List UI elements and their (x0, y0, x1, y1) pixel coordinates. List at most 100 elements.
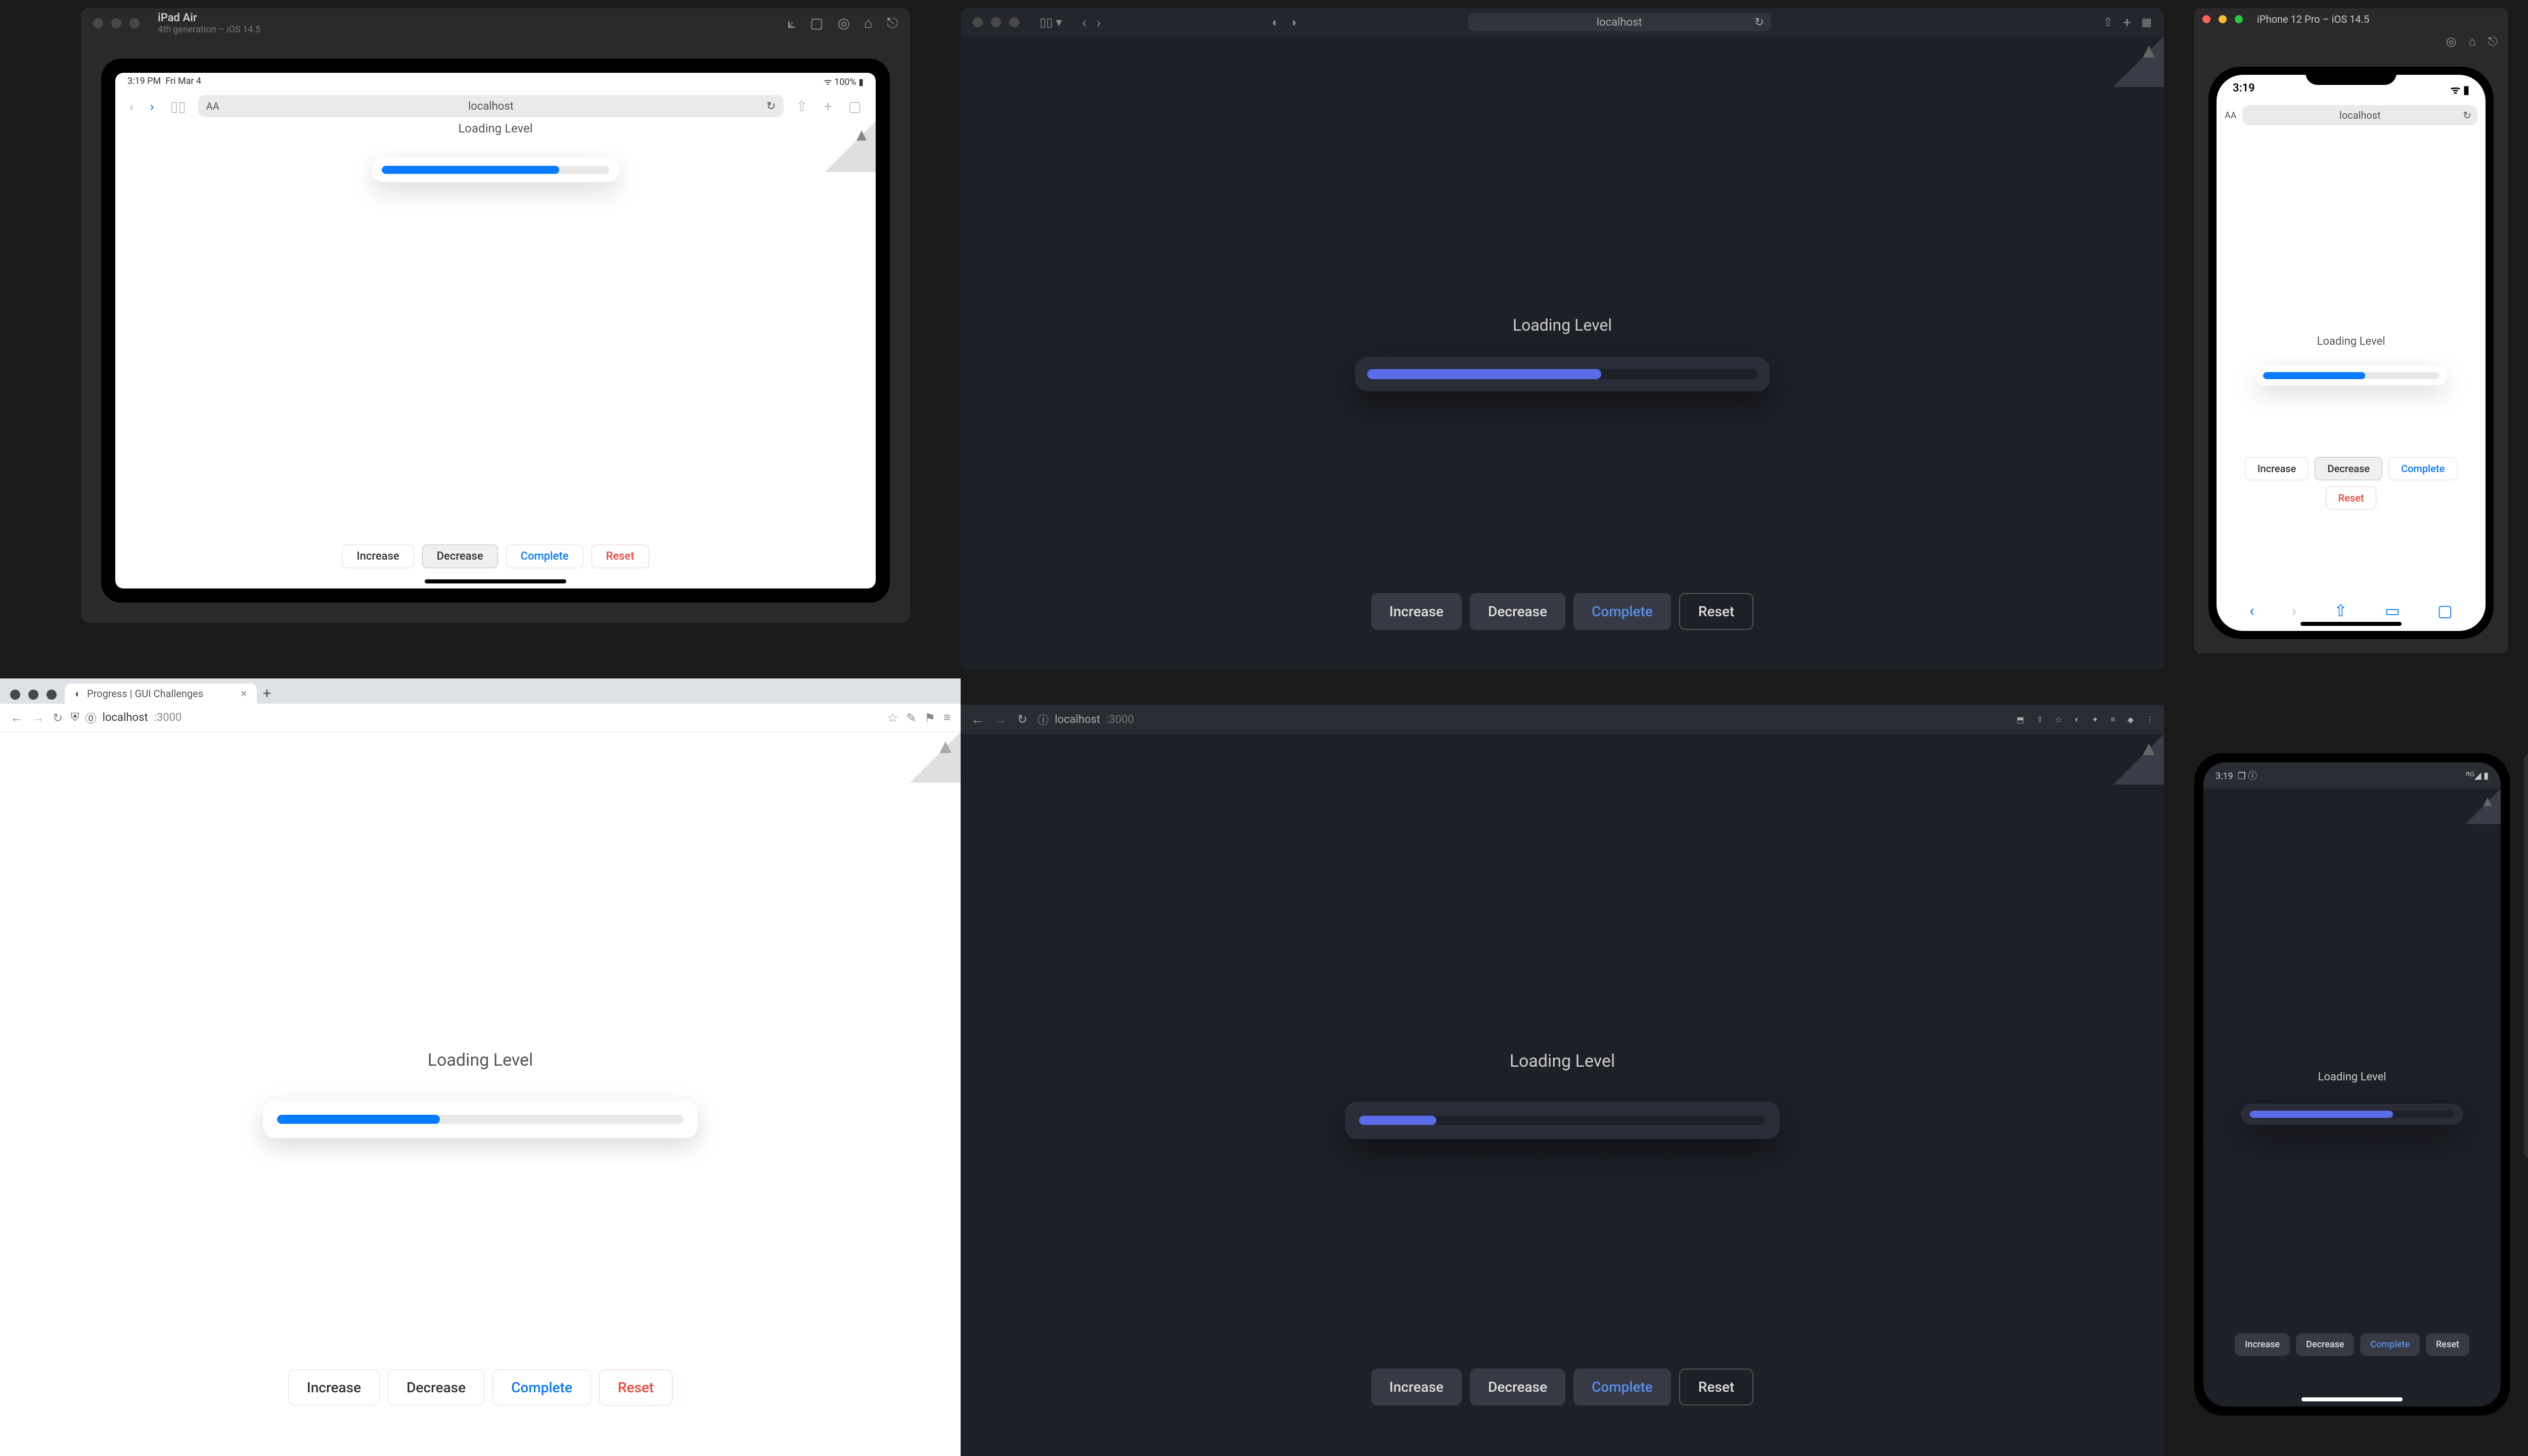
text-size-icon[interactable]: AA (206, 100, 219, 112)
reload-icon[interactable]: ↻ (1017, 712, 1027, 726)
close-tab-icon[interactable]: × (241, 688, 247, 700)
maximize-icon[interactable] (129, 18, 140, 28)
new-tab-icon[interactable]: + (263, 685, 271, 704)
reset-button[interactable]: Reset (592, 544, 649, 568)
reset-button[interactable]: Reset (599, 1370, 672, 1405)
complete-button[interactable]: Complete (506, 544, 583, 568)
decrease-button[interactable]: Decrease (2315, 457, 2382, 480)
sidebar-icon[interactable]: ▯▯ ▾ (1040, 15, 1062, 29)
tabs-icon[interactable]: ▦ (2141, 16, 2152, 29)
complete-button[interactable]: Complete (1573, 1369, 1671, 1405)
reload-icon[interactable]: ↻ (766, 100, 776, 113)
increase-button[interactable]: Increase (1371, 593, 1462, 630)
bookmark-icon[interactable]: ☆ (2055, 715, 2062, 724)
url-bar[interactable]: ⓘ localhost:3000 (1037, 711, 2006, 727)
share-icon[interactable]: ⇧ (2103, 15, 2113, 29)
increase-button[interactable]: Increase (342, 544, 414, 568)
new-tab-icon[interactable]: + (2123, 14, 2131, 31)
decrease-button[interactable]: Decrease (1470, 593, 1565, 630)
url-bar[interactable]: ⛨ 🄋 localhost:3000 (71, 710, 879, 726)
back-icon[interactable]: ‹ (1082, 14, 1086, 31)
rotate-icon[interactable]: ⎋ (2488, 34, 2498, 49)
pointer-icon[interactable]: ⟀ (787, 15, 796, 32)
decrease-button[interactable]: Decrease (422, 544, 498, 568)
text-size-icon[interactable]: AA (2225, 110, 2236, 121)
decrease-button[interactable]: Decrease (388, 1370, 484, 1405)
minimize-icon[interactable] (111, 18, 121, 28)
shield-icon[interactable]: ⛨ (71, 711, 79, 724)
sidebar-icon[interactable]: ▯▯ (166, 98, 190, 115)
close-icon[interactable] (10, 690, 20, 700)
extensions-icon[interactable]: ✦ (2092, 715, 2098, 724)
extension-icon[interactable]: ⚑ (924, 711, 935, 725)
forward-icon[interactable]: → (31, 710, 44, 725)
increase-button[interactable]: Increase (288, 1370, 380, 1405)
forward-icon[interactable]: › (1097, 14, 1101, 31)
complete-button[interactable]: Complete (1573, 593, 1671, 630)
complete-button[interactable]: Complete (2360, 1333, 2420, 1356)
increase-button[interactable]: Increase (2245, 457, 2309, 480)
reload-icon[interactable]: ↻ (1754, 16, 1764, 29)
reload-icon[interactable]: ↻ (53, 711, 63, 725)
share-icon[interactable]: ⇧ (2037, 715, 2043, 724)
forward-icon[interactable]: › (146, 98, 158, 115)
complete-button[interactable]: Complete (492, 1370, 591, 1405)
reset-button[interactable]: Reset (2326, 486, 2377, 510)
forward-icon[interactable]: → (994, 712, 1007, 727)
reset-button[interactable]: Reset (2426, 1333, 2469, 1356)
increase-button[interactable]: Increase (1371, 1369, 1462, 1405)
url-bar[interactable]: AA localhost ↻ (198, 95, 784, 117)
tabs-icon[interactable]: ▢ (844, 98, 866, 115)
minimize-icon[interactable] (991, 17, 1001, 27)
url-bar[interactable]: localhost ↻ (2242, 105, 2477, 125)
info-icon[interactable]: 🄋 (85, 710, 97, 726)
record-icon[interactable]: ◎ (837, 15, 849, 32)
menu-icon[interactable]: ⋮ (2146, 715, 2154, 724)
screenshot-icon[interactable]: ▢ (810, 15, 823, 32)
back-icon[interactable]: ← (10, 710, 23, 725)
install-icon[interactable]: ⬒ (2016, 715, 2024, 724)
minimize-icon[interactable] (28, 690, 38, 700)
shield-icon[interactable]: ◐ (1272, 15, 1280, 30)
extension-icon[interactable]: ✎ (906, 711, 916, 725)
new-tab-icon[interactable]: + (820, 98, 836, 115)
complete-button[interactable]: Complete (2388, 457, 2457, 480)
url-bar[interactable]: localhost ↻ (1468, 13, 1771, 31)
device-name: iPad Air (158, 12, 260, 24)
reset-button[interactable]: Reset (1679, 593, 1753, 630)
profile-icon[interactable]: ◆ (2128, 715, 2134, 724)
rotate-icon[interactable]: ⎋ (887, 15, 898, 32)
menu-icon[interactable]: ≡ (943, 710, 951, 725)
bookmark-icon[interactable]: ☆ (887, 711, 898, 725)
ipad-simulator-window: iPad Air 4th generation – iOS 14.5 ⟀ ▢ ◎… (81, 8, 910, 623)
maximize-icon[interactable] (2235, 15, 2243, 23)
close-icon[interactable] (973, 17, 983, 27)
decrease-button[interactable]: Decrease (1470, 1369, 1565, 1405)
home-indicator (2300, 622, 2402, 626)
reset-button[interactable]: Reset (1679, 1369, 1753, 1405)
info-icon[interactable]: ⓘ (1037, 711, 1049, 727)
share-icon[interactable]: ⇧ (792, 98, 811, 115)
bookmarks-icon[interactable]: ▭ (2385, 601, 2400, 620)
close-icon[interactable] (93, 18, 103, 28)
back-icon[interactable]: ← (971, 712, 984, 727)
reload-icon[interactable]: ↻ (2463, 109, 2471, 121)
home-icon[interactable]: ⌂ (2469, 34, 2476, 49)
appearance-icon[interactable]: ◑ (1289, 15, 1297, 30)
screenshot-icon[interactable]: ◎ (2446, 34, 2457, 49)
home-icon[interactable]: ⌂ (864, 15, 873, 32)
minimize-icon[interactable] (2219, 15, 2227, 23)
maximize-icon[interactable] (1009, 17, 1019, 27)
back-icon[interactable]: ‹ (125, 98, 138, 115)
forward-icon[interactable]: › (2291, 601, 2296, 620)
increase-button[interactable]: Increase (2235, 1333, 2290, 1356)
share-icon[interactable]: ⇧ (2334, 601, 2348, 620)
tabs-icon[interactable]: ▢ (2437, 601, 2453, 620)
browser-tab[interactable]: ◐ Progress | GUI Challenges × (65, 684, 257, 704)
maximize-icon[interactable] (47, 690, 57, 700)
close-icon[interactable] (2202, 15, 2210, 23)
extension-icon[interactable]: ◐ (2074, 714, 2080, 724)
back-icon[interactable]: ‹ (2249, 601, 2254, 620)
reading-list-icon[interactable]: ≡ (2110, 714, 2115, 724)
decrease-button[interactable]: Decrease (2296, 1333, 2354, 1356)
